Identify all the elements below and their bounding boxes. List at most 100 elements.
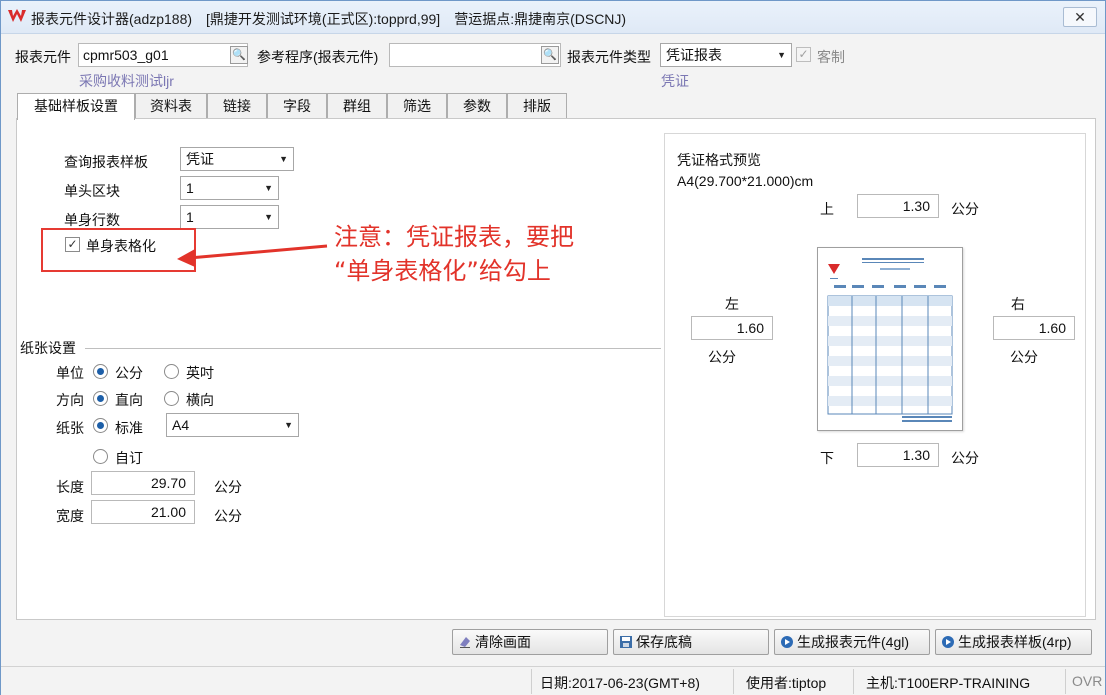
report-element-desc: 采购收料测试ljr <box>79 73 174 89</box>
status-user: 使用者:tiptop <box>746 675 827 691</box>
title-bar: 报表元件设计器(adzp188) [鼎捷开发测试环境(正式区):topprd,9… <box>1 1 1105 34</box>
chevron-down-icon: ▼ <box>279 154 288 164</box>
tab-label: 排版 <box>523 98 551 114</box>
direction-landscape-label: 横向 <box>186 392 214 408</box>
header-block-label: 单头区块 <box>64 183 120 199</box>
chevron-down-icon: ▼ <box>264 212 273 222</box>
direction-landscape-radio[interactable] <box>164 391 179 406</box>
paper-preview-thumbnail <box>817 247 963 431</box>
tab-layout[interactable]: 排版 <box>507 93 567 119</box>
designer-window: 报表元件设计器(adzp188) [鼎捷开发测试环境(正式区):topprd,9… <box>0 0 1106 695</box>
body-rows-value: 1 <box>186 209 194 225</box>
preview-size: A4(29.700*21.000)cm <box>677 173 814 189</box>
margin-right-unit: 公分 <box>1010 349 1038 365</box>
save-draft-button[interactable]: 保存底稿 <box>613 629 769 655</box>
paper-label: 纸张 <box>56 420 84 436</box>
query-template-label: 查询报表样板 <box>64 154 148 170</box>
window-title: 报表元件设计器(adzp188) [鼎捷开发测试环境(正式区):topprd,9… <box>31 11 627 27</box>
element-type-label: 报表元件类型 <box>567 49 651 65</box>
margin-left-label: 左 <box>725 296 739 312</box>
save-draft-label: 保存底稿 <box>636 634 692 650</box>
chevron-down-icon: ▼ <box>284 420 293 430</box>
header-block-value: 1 <box>186 180 194 196</box>
chevron-down-icon: ▼ <box>777 50 786 60</box>
body-rows-label: 单身行数 <box>64 212 120 228</box>
clear-screen-button[interactable]: 清除画面 <box>452 629 608 655</box>
status-mode: OVR <box>1072 673 1103 689</box>
element-type-desc: 凭证 <box>661 73 689 89</box>
ref-program-lookup-icon[interactable]: 🔍 <box>541 46 559 64</box>
tab-group[interactable]: 群组 <box>327 93 387 119</box>
tab-field[interactable]: 字段 <box>267 93 327 119</box>
paper-standard-label: 标准 <box>115 420 143 436</box>
tab-link[interactable]: 链接 <box>207 93 267 119</box>
generate-template-button[interactable]: 生成报表样板(4rp) <box>935 629 1092 655</box>
status-separator <box>853 669 854 694</box>
status-bar: 日期:2017-06-23(GMT+8) 使用者:tiptop 主机:T100E… <box>1 666 1105 695</box>
section-divider <box>85 348 661 349</box>
margin-bottom-input[interactable]: 1.30 <box>857 443 939 467</box>
app-logo-icon <box>8 9 26 22</box>
custom-checkbox[interactable]: ✓ <box>796 47 811 62</box>
play-icon <box>781 636 793 648</box>
direction-portrait-label: 直向 <box>115 392 143 408</box>
element-type-select[interactable]: 凭证报表 ▼ <box>660 43 792 67</box>
save-disk-icon <box>620 636 632 648</box>
status-separator <box>1065 669 1066 694</box>
paper-standard-radio[interactable] <box>93 418 108 433</box>
tab-filter[interactable]: 筛选 <box>387 93 447 119</box>
margin-left-input[interactable]: 1.60 <box>691 316 773 340</box>
report-element-lookup-icon[interactable]: 🔍 <box>230 46 248 64</box>
ref-program-label: 参考程序(报表元件) <box>257 49 379 65</box>
direction-label: 方向 <box>56 392 84 408</box>
direction-portrait-radio[interactable] <box>93 391 108 406</box>
tab-label: 参数 <box>463 98 491 114</box>
generate-element-button[interactable]: 生成报表元件(4gl) <box>774 629 930 655</box>
close-button[interactable]: ✕ <box>1063 7 1097 27</box>
margin-top-unit: 公分 <box>951 201 979 217</box>
play-icon <box>942 636 954 648</box>
report-element-input[interactable]: cpmr503_g01 <box>78 43 248 67</box>
body-rows-select[interactable]: 1 ▼ <box>180 205 279 229</box>
clear-screen-label: 清除画面 <box>475 634 531 650</box>
header-block-select[interactable]: 1 ▼ <box>180 176 279 200</box>
unit-label: 单位 <box>56 365 84 381</box>
paper-size-select[interactable]: A4 ▼ <box>166 413 299 437</box>
length-input[interactable]: 29.70 <box>91 471 195 495</box>
margin-top-input[interactable]: 1.30 <box>857 194 939 218</box>
tab-params[interactable]: 参数 <box>447 93 507 119</box>
unit-inch-radio[interactable] <box>164 364 179 379</box>
tab-label: 群组 <box>343 98 371 114</box>
margin-right-input[interactable]: 1.60 <box>993 316 1075 340</box>
annotation-line-2: “单身表格化”给勾上 <box>334 257 551 285</box>
width-input[interactable]: 21.00 <box>91 500 195 524</box>
element-type-value: 凭证报表 <box>666 47 722 63</box>
voucher-layout-thumbnail-icon <box>827 258 953 422</box>
ref-program-input[interactable] <box>389 43 561 67</box>
chevron-down-icon: ▼ <box>264 183 273 193</box>
annotation-line-1: 注意：凭证报表，要把 <box>334 223 574 251</box>
width-label: 宽度 <box>56 508 84 524</box>
tab-label: 资料表 <box>150 98 192 114</box>
paper-custom-label: 自订 <box>115 450 143 466</box>
tab-data-table[interactable]: 资料表 <box>135 93 207 119</box>
paper-custom-radio[interactable] <box>93 449 108 464</box>
tab-basic-template[interactable]: 基础样板设置 <box>17 93 135 120</box>
unit-cm-label: 公分 <box>115 365 143 381</box>
status-separator <box>531 669 532 694</box>
margin-right-label: 右 <box>1011 296 1025 312</box>
annotation-arrow-icon <box>177 244 328 267</box>
status-date: 日期:2017-06-23(GMT+8) <box>540 675 700 691</box>
length-label: 长度 <box>56 479 84 495</box>
generate-template-label: 生成报表样板(4rp) <box>958 634 1072 650</box>
unit-cm-radio[interactable] <box>93 364 108 379</box>
query-template-select[interactable]: 凭证 ▼ <box>180 147 294 171</box>
preview-title: 凭证格式预览 <box>677 152 761 168</box>
margin-top-label: 上 <box>820 201 834 217</box>
paper-section-title: 纸张设置 <box>20 340 76 356</box>
width-unit: 公分 <box>214 508 242 524</box>
custom-label: 客制 <box>817 49 845 65</box>
query-template-value: 凭证 <box>186 151 214 167</box>
report-element-label: 报表元件 <box>15 49 71 65</box>
tab-label: 链接 <box>223 98 251 114</box>
